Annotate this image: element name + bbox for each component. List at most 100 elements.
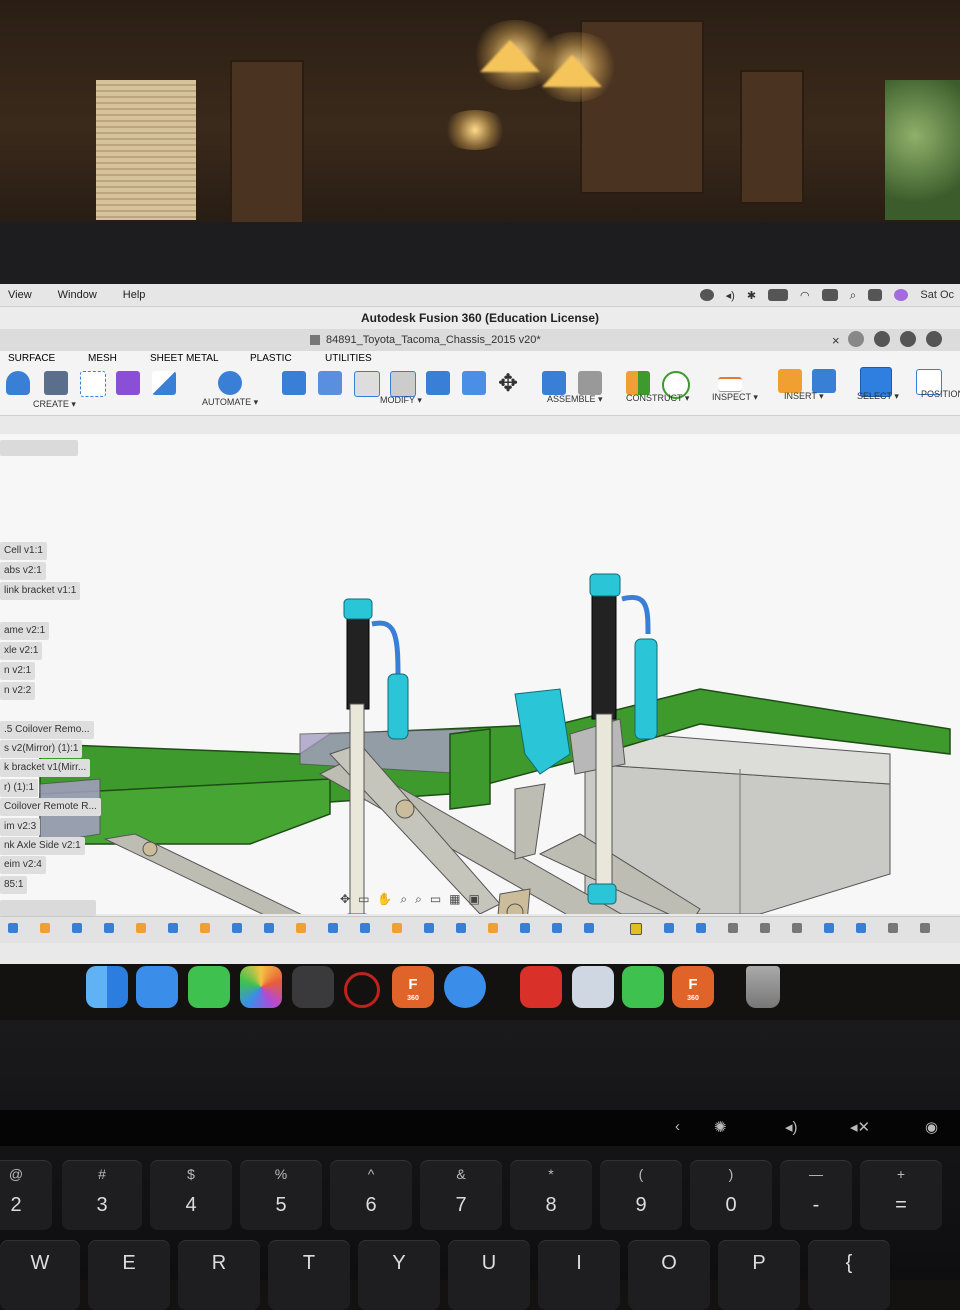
display-settings-icon[interactable]: ▭ (430, 892, 441, 907)
fusion-360-icon[interactable]: F 360 (392, 966, 434, 1008)
job-status-icon[interactable] (900, 331, 916, 347)
key-equals[interactable]: + = (860, 1160, 942, 1230)
timeline-feature[interactable] (696, 923, 706, 933)
preview-icon[interactable] (572, 966, 614, 1008)
move-icon[interactable]: ✥ (498, 369, 518, 398)
timeline-feature[interactable] (584, 923, 594, 933)
focus-icon[interactable] (699, 289, 714, 301)
tab-plastic[interactable]: PLASTIC (250, 353, 292, 364)
browser-item[interactable]: r) (1):1 (0, 779, 38, 797)
key-9[interactable]: ( 9 (600, 1160, 682, 1230)
construct-menu[interactable]: CONSTRUCT ▾ (626, 393, 689, 404)
key-3[interactable]: # 3 (62, 1160, 142, 1230)
timeline-feature[interactable] (200, 923, 210, 933)
key-8[interactable]: * 8 (510, 1160, 592, 1230)
document-tab[interactable]: 84891_Toyota_Tacoma_Chassis_2015 v20* (310, 334, 541, 346)
measure-icon[interactable] (718, 377, 742, 392)
browser-item[interactable]: Coilover Remote R... (0, 798, 101, 816)
timeline-feature[interactable] (232, 923, 242, 933)
browser-item[interactable]: Cell v1:1 (0, 542, 47, 560)
browser-item[interactable]: s v2(Mirror) (1):1 (0, 740, 83, 758)
create-menu[interactable]: CREATE ▾ (33, 399, 76, 410)
key-e[interactable]: E (88, 1240, 170, 1310)
keyboard-icon[interactable] (821, 289, 838, 301)
tab-sheet-metal[interactable]: SHEET METAL (150, 353, 219, 364)
bluetooth-icon[interactable]: ✱ (747, 289, 756, 302)
look-at-icon[interactable]: ▭ (358, 892, 369, 907)
touchbar-volume-icon[interactable]: ◂) (785, 1118, 798, 1136)
fusion-360-icon[interactable]: F 360 (672, 966, 714, 1008)
browser-item[interactable]: abs v2:1 (0, 562, 46, 580)
finder-icon[interactable] (86, 966, 128, 1008)
trash-icon[interactable] (746, 966, 780, 1008)
search-icon[interactable]: ⌕ (850, 288, 857, 303)
drag-app-icon[interactable] (344, 972, 380, 1008)
browser-item[interactable]: nk Axle Side v2:1 (0, 837, 85, 855)
key-r[interactable]: R (178, 1240, 260, 1310)
assemble-menu[interactable]: ASSEMBLE ▾ (547, 394, 603, 405)
patch-icon[interactable] (44, 371, 68, 395)
safari-icon[interactable] (444, 966, 486, 1008)
timeline-feature[interactable] (168, 923, 178, 933)
extrude-surface-icon[interactable] (6, 371, 30, 395)
timeline-feature[interactable] (264, 923, 274, 933)
close-tab-icon[interactable]: × (832, 333, 840, 348)
boundary-icon[interactable] (80, 371, 106, 397)
position-menu[interactable]: POSITION (921, 389, 960, 399)
browser-item[interactable]: im v2:3 (0, 818, 41, 836)
extensions-icon[interactable] (874, 331, 890, 347)
menubar-clock[interactable]: Sat Oc (920, 289, 954, 301)
photos-icon[interactable] (240, 966, 282, 1008)
key-u[interactable]: U (448, 1240, 530, 1310)
timeline-feature[interactable] (552, 923, 562, 933)
control-center-icon[interactable] (868, 289, 883, 301)
press-pull-icon[interactable] (282, 371, 306, 395)
automate-icon[interactable] (218, 371, 242, 395)
combine-icon[interactable] (426, 371, 450, 395)
key-t[interactable]: T (268, 1240, 350, 1310)
inspect-menu[interactable]: INSPECT ▾ (712, 392, 758, 403)
key-6[interactable]: ^ 6 (330, 1160, 412, 1230)
timeline-feature[interactable] (920, 923, 930, 933)
comments-bar[interactable] (0, 900, 96, 916)
tab-utilities[interactable]: UTILITIES (325, 353, 372, 364)
3d-viewport[interactable]: ➤ (0, 434, 960, 914)
tab-mesh[interactable]: MESH (88, 353, 117, 364)
key-p[interactable]: P (718, 1240, 800, 1310)
timeline-feature[interactable] (424, 923, 434, 933)
insert-menu[interactable]: INSERT ▾ (784, 391, 824, 402)
browser-item[interactable]: n v2:1 (0, 662, 36, 680)
touch-id-icon[interactable]: ◉ (925, 1118, 938, 1136)
browser-item[interactable]: n v2:2 (0, 682, 36, 700)
fillet-icon[interactable] (318, 371, 342, 395)
menu-window[interactable]: Window (58, 289, 97, 301)
timeline-feature[interactable] (488, 923, 498, 933)
zoom-window-icon[interactable]: ⌕ (415, 892, 422, 907)
touchbar-mute-icon[interactable]: ◂✕ (850, 1118, 870, 1136)
timeline-feature[interactable] (664, 923, 674, 933)
messages-icon[interactable] (188, 966, 230, 1008)
timeline-feature[interactable] (104, 923, 114, 933)
key-4[interactable]: $ 4 (150, 1160, 232, 1230)
browser-item[interactable]: eim v2:4 (0, 856, 46, 874)
key-5[interactable]: % 5 (240, 1160, 322, 1230)
offset-plane-icon[interactable] (626, 371, 650, 395)
timeline-feature[interactable] (792, 923, 802, 933)
key-left-brace[interactable]: { (808, 1240, 890, 1310)
timeline-feature[interactable] (328, 923, 338, 933)
key-7[interactable]: & 7 (420, 1160, 502, 1230)
touchbar-collapse-icon[interactable]: ‹ (675, 1118, 680, 1135)
timeline-feature[interactable] (360, 923, 370, 933)
timeline-feature[interactable] (456, 923, 466, 933)
timeline-feature[interactable] (296, 923, 306, 933)
grid-settings-icon[interactable]: ▦ (449, 892, 460, 907)
key-i[interactable]: I (538, 1240, 620, 1310)
key-2[interactable]: @ 2 (0, 1160, 52, 1230)
orbit-icon[interactable]: ✥ (340, 892, 350, 907)
tab-surface[interactable]: SURFACE (8, 353, 55, 364)
new-tab-icon[interactable] (848, 331, 864, 347)
siri-icon[interactable] (894, 289, 909, 301)
browser-item[interactable]: 85:1 (0, 876, 28, 894)
key-y[interactable]: Y (358, 1240, 440, 1310)
viewports-icon[interactable]: ▣ (469, 892, 480, 907)
